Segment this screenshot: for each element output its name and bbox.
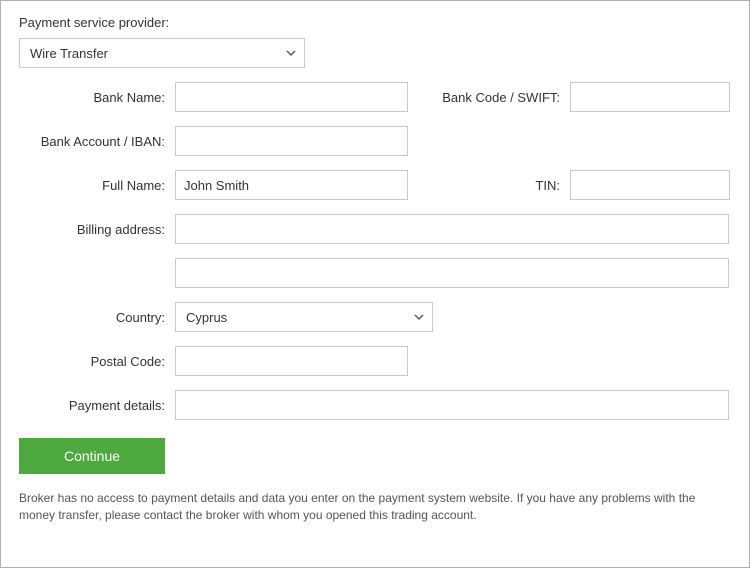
country-selected: Cyprus <box>186 310 227 325</box>
billing-address-input-1[interactable] <box>175 214 729 244</box>
payment-provider-label: Payment service provider: <box>19 15 731 30</box>
tin-label: TIN: <box>440 178 570 193</box>
country-label: Country: <box>19 310 175 325</box>
billing-address-label: Billing address: <box>19 222 175 237</box>
bank-name-input[interactable] <box>175 82 408 112</box>
full-name-label: Full Name: <box>19 178 175 193</box>
payment-provider-selected: Wire Transfer <box>30 46 108 61</box>
billing-address-input-2[interactable] <box>175 258 729 288</box>
bank-account-input[interactable] <box>175 126 408 156</box>
bank-name-label: Bank Name: <box>19 90 175 105</box>
continue-button[interactable]: Continue <box>19 438 165 474</box>
country-select[interactable]: Cyprus <box>175 302 433 332</box>
payment-provider-select[interactable]: Wire Transfer <box>19 38 305 68</box>
bank-code-input[interactable] <box>570 82 730 112</box>
tin-input[interactable] <box>570 170 730 200</box>
payment-details-input[interactable] <box>175 390 729 420</box>
bank-code-label: Bank Code / SWIFT: <box>440 90 570 105</box>
postal-code-input[interactable] <box>175 346 408 376</box>
full-name-input[interactable] <box>175 170 408 200</box>
disclaimer-text: Broker has no access to payment details … <box>19 490 731 524</box>
payment-details-label: Payment details: <box>19 398 175 413</box>
postal-code-label: Postal Code: <box>19 354 175 369</box>
bank-account-label: Bank Account / IBAN: <box>19 134 175 149</box>
payment-form-panel: Payment service provider: Wire Transfer … <box>0 0 750 568</box>
